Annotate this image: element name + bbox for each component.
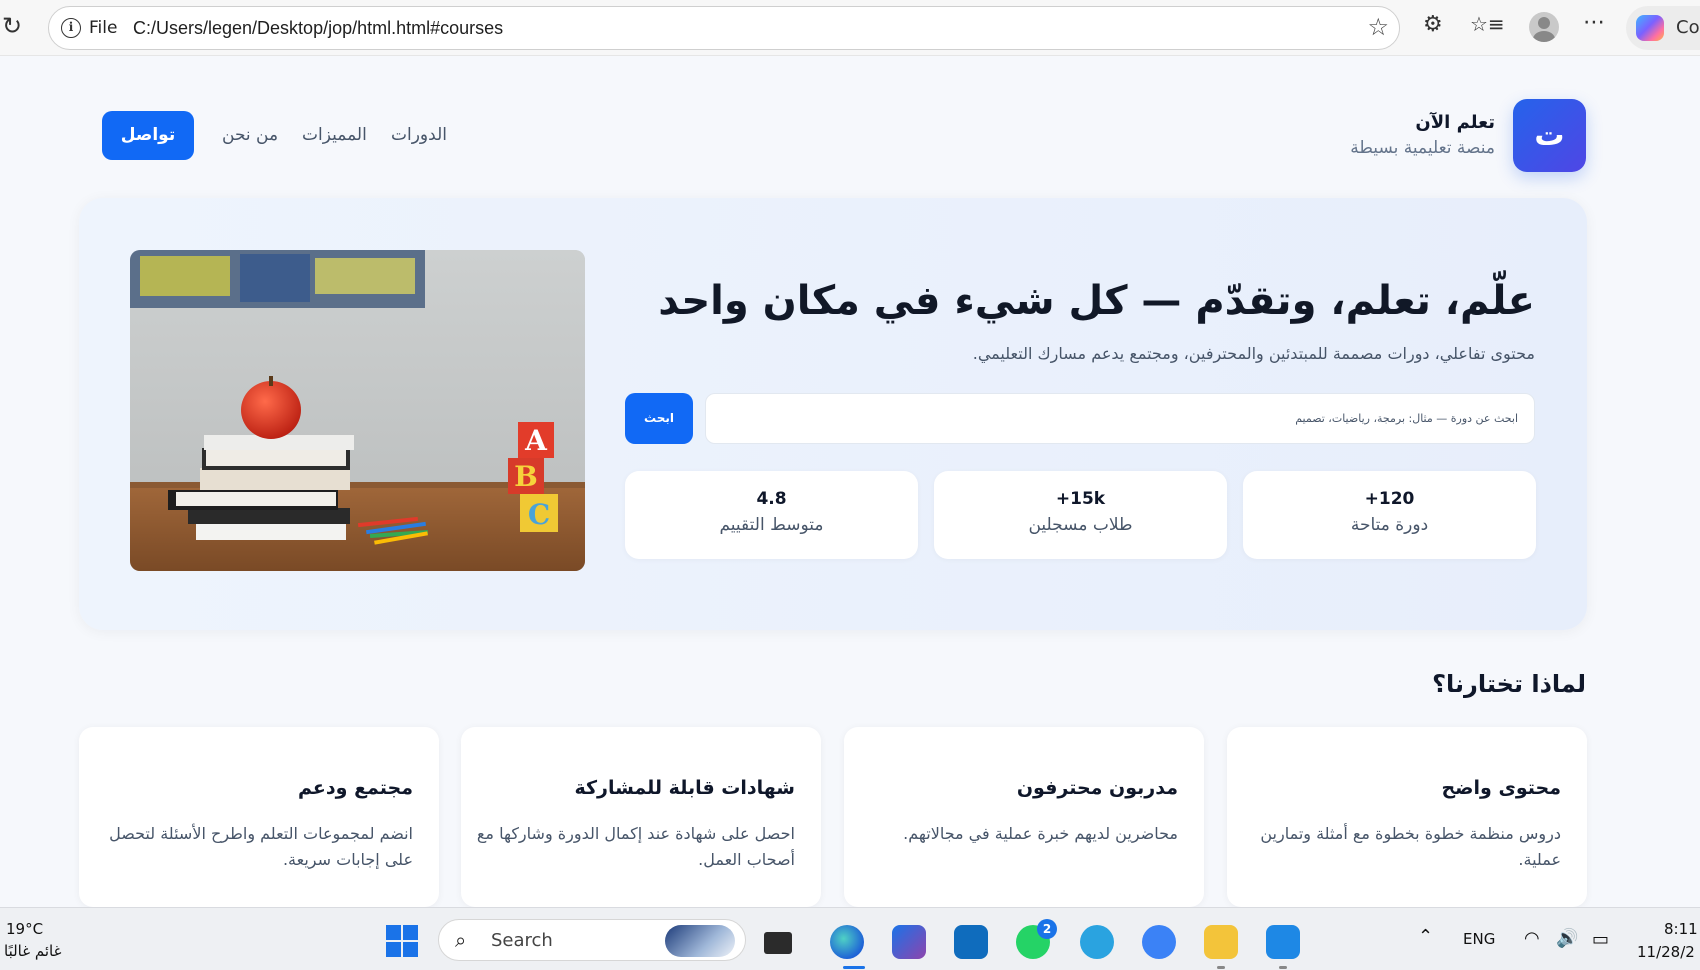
copilot-button[interactable]: Co xyxy=(1626,6,1700,50)
search-highlight-image xyxy=(665,925,735,957)
stat-label: متوسط التقييم xyxy=(719,515,824,535)
file-label: File xyxy=(89,18,118,38)
feature-description: دروس منظمة خطوة بخطوة مع أمثلة وتمارين ع… xyxy=(1260,824,1561,869)
extensions-icon[interactable]: ⚙ xyxy=(1423,12,1443,37)
search-button[interactable]: ابحث xyxy=(625,393,693,444)
hero-image: A B C xyxy=(130,250,585,571)
stat-value: 4.8 xyxy=(756,489,787,509)
feature-title: محتوى واضح xyxy=(1441,777,1561,799)
open-app-indicator xyxy=(1279,966,1287,969)
feature-title: مدربون محترفون xyxy=(1016,777,1178,799)
nav-features[interactable]: المميزات xyxy=(302,125,367,145)
search-icon: ⌕ xyxy=(455,928,467,952)
profile-avatar[interactable] xyxy=(1529,12,1559,42)
store-icon[interactable] xyxy=(892,925,926,959)
favorite-star-icon[interactable]: ☆ xyxy=(1367,13,1389,41)
taskbar-search-label: Search xyxy=(491,930,553,951)
info-icon[interactable]: i xyxy=(61,18,81,38)
language-indicator[interactable]: ENG xyxy=(1463,930,1495,948)
taskbar-search[interactable]: ⌕ Search xyxy=(438,919,746,961)
stat-value: +120 xyxy=(1364,489,1415,509)
contact-button[interactable]: تواصل xyxy=(102,111,194,160)
task-view-icon[interactable] xyxy=(764,932,792,954)
open-app-indicator xyxy=(1217,966,1225,969)
wifi-icon[interactable]: ◠ xyxy=(1524,928,1540,949)
favorites-icon[interactable]: ☆≡ xyxy=(1470,12,1505,36)
feature-card: شهادات قابلة للمشاركة احصل على شهادة عند… xyxy=(461,727,821,907)
url-text[interactable]: C:/Users/legen/Desktop/jop/html.html#cou… xyxy=(133,18,503,39)
address-bar[interactable]: i File C:/Users/legen/Desktop/jop/html.h… xyxy=(48,6,1400,50)
telegram-icon[interactable] xyxy=(1080,925,1114,959)
more-menu-icon[interactable]: ⋯ xyxy=(1583,10,1605,35)
sync-app-icon[interactable] xyxy=(1142,925,1176,959)
svg-text:A: A xyxy=(524,424,548,457)
feature-card: مجتمع ودعم انضم لمجموعات التعلم واطرح ال… xyxy=(79,727,439,907)
nav-courses[interactable]: الدورات xyxy=(391,125,447,145)
windows-taskbar: 19°C غائم غالبًا ⌕ Search 2 ⌃ ENG ◠ 🔊 ▭ … xyxy=(0,907,1700,970)
clock-time[interactable]: 8:11 xyxy=(1664,920,1698,938)
whatsapp-badge: 2 xyxy=(1037,919,1057,939)
section-title: لماذا تختارنا؟ xyxy=(1432,670,1586,698)
nav-about[interactable]: من نحن xyxy=(222,125,278,145)
feature-description: احصل على شهادة عند إكمال الدورة وشاركها … xyxy=(476,824,795,869)
copilot-icon xyxy=(1636,15,1664,41)
hero-subtitle: محتوى تفاعلي، دورات مصممة للمبتدئين والم… xyxy=(972,344,1535,363)
edge-browser-icon[interactable] xyxy=(830,925,864,959)
file-explorer-icon[interactable] xyxy=(1204,925,1238,959)
copilot-label: Co xyxy=(1676,17,1700,38)
show-hidden-icons-icon[interactable]: ⌃ xyxy=(1418,926,1433,947)
stat-value: +15k xyxy=(1055,489,1106,509)
browser-toolbar: ↻ i File C:/Users/legen/Desktop/jop/html… xyxy=(0,0,1700,56)
clock-date[interactable]: 11/28/2 xyxy=(1637,943,1695,961)
svg-text:B: B xyxy=(514,460,538,493)
feature-title: شهادات قابلة للمشاركة xyxy=(574,777,795,799)
weather-temperature[interactable]: 19°C xyxy=(6,920,43,938)
vscode-icon[interactable] xyxy=(1266,925,1300,959)
brand-title: تعلم الآن xyxy=(1415,112,1495,133)
active-app-indicator xyxy=(843,966,865,969)
battery-icon[interactable]: ▭ xyxy=(1592,929,1609,950)
windows-start-icon[interactable] xyxy=(386,925,418,957)
weather-description[interactable]: غائم غالبًا xyxy=(4,942,61,960)
stat-label: طلاب مسجلين xyxy=(1028,515,1133,535)
stat-label: دورة متاحة xyxy=(1350,515,1429,535)
feature-card: محتوى واضح دروس منظمة خطوة بخطوة مع أمثل… xyxy=(1227,727,1587,907)
stat-card-rating: 4.8 متوسط التقييم xyxy=(625,471,918,559)
hero-title: علّم، تعلم، وتقدّم — كل شيء في مكان واحد xyxy=(658,278,1535,324)
svg-text:C: C xyxy=(528,498,550,531)
stat-card-courses: +120 دورة متاحة xyxy=(1243,471,1536,559)
feature-card: مدربون محترفون محاضرين لديهم خبرة عملية … xyxy=(844,727,1204,907)
feature-description: محاضرين لديهم خبرة عملية في مجالاتهم. xyxy=(903,824,1178,843)
feature-title: مجتمع ودعم xyxy=(298,777,413,799)
stat-card-students: +15k طلاب مسجلين xyxy=(934,471,1227,559)
site-logo[interactable]: ت xyxy=(1513,99,1586,172)
outlook-icon[interactable] xyxy=(954,925,988,959)
feature-description: انضم لمجموعات التعلم واطرح الأسئلة لتحصل… xyxy=(109,824,413,869)
course-search-input[interactable] xyxy=(705,393,1535,444)
brand-subtitle: منصة تعليمية بسيطة xyxy=(1350,138,1495,158)
reload-icon[interactable]: ↻ xyxy=(2,13,28,39)
volume-icon[interactable]: 🔊 xyxy=(1556,928,1578,949)
